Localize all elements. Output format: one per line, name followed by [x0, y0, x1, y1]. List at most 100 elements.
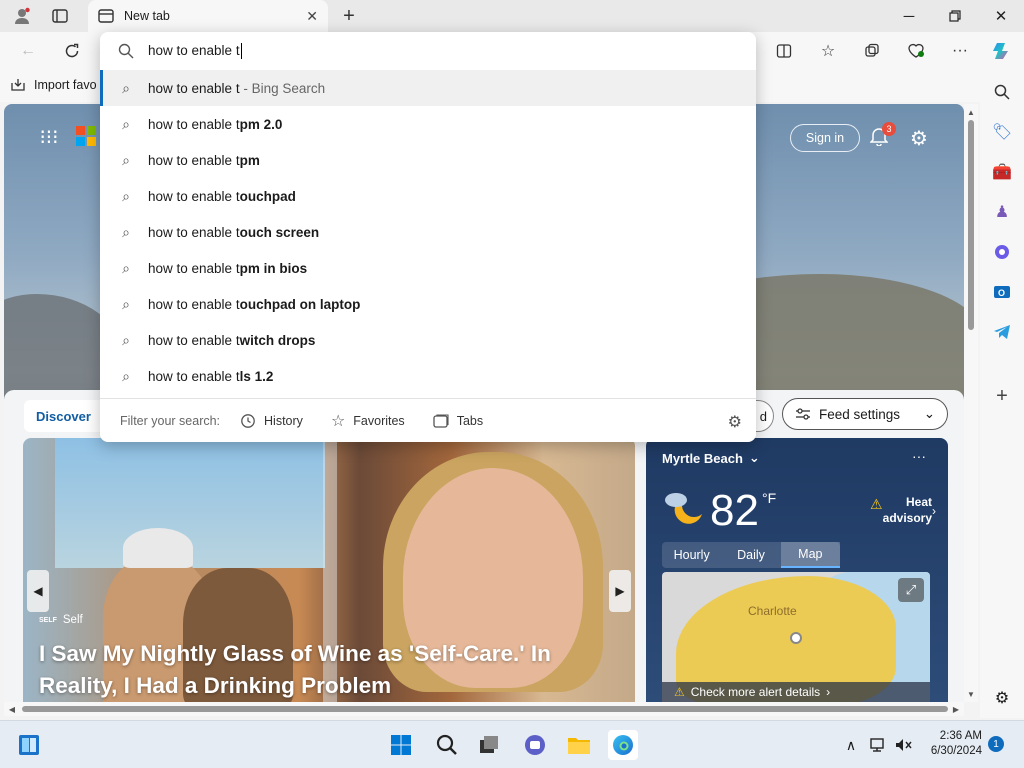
widgets-icon[interactable]	[14, 730, 44, 760]
chevron-down-icon: ⌄	[748, 450, 760, 465]
chevron-down-icon: ⌄	[923, 406, 935, 421]
close-window-button[interactable]: ✕	[978, 0, 1024, 32]
sidebar-settings-gear-icon[interactable]: ⚙	[990, 686, 1014, 710]
suggestion-text: how to enable t	[148, 332, 240, 348]
expand-map-icon[interactable]: ⤢	[898, 578, 924, 602]
shopping-tag-icon[interactable]: 🏷	[990, 120, 1014, 144]
suggestion-item[interactable]: ⌕ how to enable tls 1.2	[100, 358, 756, 394]
edge-browser-icon[interactable]	[608, 730, 638, 760]
heat-advisory-link[interactable]: Heat advisory	[868, 494, 932, 526]
search-settings-gear-icon[interactable]: ⚙	[728, 412, 742, 432]
search-icon[interactable]	[990, 80, 1014, 104]
tab-actions-icon[interactable]	[46, 4, 74, 28]
filter-favorites-button[interactable]: ☆ Favorites	[331, 411, 405, 431]
show-hidden-icons-chevron[interactable]: ∧	[836, 730, 866, 760]
suggestion-item[interactable]: ⌕ how to enable touchpad on laptop	[100, 286, 756, 322]
search-icon	[118, 43, 134, 59]
tab-discover[interactable]: Discover	[24, 400, 110, 432]
suggestion-item[interactable]: ⌕ how to enable touchpad	[100, 178, 756, 214]
text-caret	[240, 43, 242, 60]
games-icon[interactable]: ♟	[990, 200, 1014, 224]
hero-prev-button[interactable]: ◀	[27, 570, 49, 612]
telegram-icon[interactable]	[990, 320, 1014, 344]
suggestion-item[interactable]: ⌕ how to enable tpm in bios	[100, 250, 756, 286]
split-screen-icon[interactable]	[770, 38, 798, 64]
filter-history-button[interactable]: History	[240, 413, 303, 429]
minimize-button[interactable]: ─	[886, 0, 932, 32]
self-logo-icon: SELF	[39, 616, 57, 624]
filter-tabs-label: Tabs	[456, 414, 484, 428]
tools-icon[interactable]: 🧰	[990, 160, 1014, 184]
hero-headline[interactable]: I Saw My Nightly Glass of Wine as 'Self-…	[39, 638, 619, 702]
weather-more-icon[interactable]: ···	[912, 448, 926, 464]
sign-in-button[interactable]: Sign in	[790, 124, 860, 152]
collections-icon[interactable]	[858, 38, 886, 64]
address-bar-input[interactable]: how to enable t	[100, 32, 756, 70]
copilot-icon[interactable]	[988, 38, 1016, 64]
suggestion-item[interactable]: ⌕ how to enable t - Bing Search	[100, 70, 756, 106]
notifications-badge: 3	[882, 122, 896, 136]
vertical-scrollbar[interactable]: ▲ ▼	[964, 104, 978, 702]
more-menu-icon[interactable]: ···	[946, 38, 974, 64]
tab-hourly[interactable]: Hourly	[662, 542, 721, 568]
suggestion-item[interactable]: ⌕ how to enable touch screen	[100, 214, 756, 250]
restore-button[interactable]	[932, 0, 978, 32]
suggestion-text: how to enable t	[148, 224, 240, 240]
suggestion-text: how to enable t	[148, 296, 240, 312]
suggestion-item[interactable]: ⌕ how to enable tpm 2.0	[100, 106, 756, 142]
vertical-scroll-thumb[interactable]	[968, 120, 974, 330]
scroll-up-arrow-icon[interactable]: ▲	[966, 106, 976, 118]
suggestion-item[interactable]: ⌕ how to enable tpm	[100, 142, 756, 178]
file-explorer-icon[interactable]	[564, 730, 594, 760]
volume-muted-icon[interactable]	[888, 730, 918, 760]
search-filter-row: Filter your search: History ☆ Favorites …	[100, 404, 756, 438]
new-tab-button[interactable]: +	[336, 4, 362, 28]
suggestion-text: how to enable t	[148, 116, 240, 132]
weather-unit[interactable]: °F	[762, 490, 776, 506]
page-settings-gear-icon[interactable]: ⚙	[910, 126, 928, 151]
alert-details-link[interactable]: ⚠ Check more alert details ›	[662, 682, 930, 702]
scroll-left-arrow-icon[interactable]: ◀	[6, 703, 18, 715]
clock-time: 2:36 AM	[939, 730, 982, 742]
microsoft-logo-icon	[76, 126, 96, 146]
notification-center-badge[interactable]: 1	[988, 736, 1004, 752]
microsoft-365-icon[interactable]	[990, 240, 1014, 264]
filter-tabs-button[interactable]: Tabs	[433, 414, 483, 428]
refresh-icon[interactable]	[58, 38, 86, 64]
tab-new-tab[interactable]: New tab ✕	[88, 0, 328, 32]
close-tab-icon[interactable]: ✕	[306, 8, 318, 25]
chevron-right-icon: ›	[932, 504, 936, 518]
profile-icon[interactable]	[8, 4, 36, 28]
horizontal-scrollbar[interactable]: ◀ ▶	[4, 702, 964, 716]
suggestion-text: how to enable t	[148, 368, 240, 384]
taskbar-search-icon[interactable]	[432, 730, 462, 760]
suggestion-item[interactable]: ⌕ how to enable twitch drops	[100, 322, 756, 358]
scroll-right-arrow-icon[interactable]: ▶	[950, 703, 962, 715]
alert-line1: Heat	[905, 495, 932, 509]
tab-map[interactable]: Map	[780, 542, 840, 568]
new-tab-page-icon	[98, 9, 114, 23]
weather-temperature: 82	[710, 486, 759, 535]
browser-essentials-icon[interactable]	[902, 38, 930, 64]
weather-card[interactable]: Myrtle Beach ⌄ ··· 82 °F ⚠ Heat advisory…	[646, 438, 948, 702]
apps-grid-icon[interactable]: ⁝⁝⁝	[38, 126, 60, 149]
favorites-icon[interactable]: ☆	[814, 38, 842, 64]
back-icon[interactable]: ←	[14, 38, 42, 64]
start-windows-icon[interactable]	[386, 730, 416, 760]
scroll-down-arrow-icon[interactable]: ▼	[966, 688, 976, 700]
feed-settings-button[interactable]: Feed settings ⌄	[782, 398, 948, 430]
hero-article-card[interactable]: ◀ ▶ SELF Self I Saw My Nightly Glass of …	[23, 438, 635, 702]
search-icon: ⌕	[122, 223, 130, 240]
teams-chat-icon[interactable]	[520, 730, 550, 760]
tab-daily[interactable]: Daily	[721, 542, 780, 568]
horizontal-scroll-thumb[interactable]	[22, 706, 948, 712]
outlook-icon[interactable]: O	[990, 280, 1014, 304]
system-clock[interactable]: 2:36 AM 6/30/2024	[918, 729, 982, 759]
add-sidebar-app-icon[interactable]: +	[990, 384, 1014, 408]
hero-next-button[interactable]: ▶	[609, 570, 631, 612]
filter-label: Filter your search:	[120, 414, 221, 428]
weather-location[interactable]: Myrtle Beach ⌄	[662, 450, 760, 466]
suggestion-completion: ouchpad on laptop	[239, 296, 361, 312]
import-favorites-link[interactable]: Import favo	[10, 78, 97, 92]
task-view-icon[interactable]	[474, 730, 504, 760]
